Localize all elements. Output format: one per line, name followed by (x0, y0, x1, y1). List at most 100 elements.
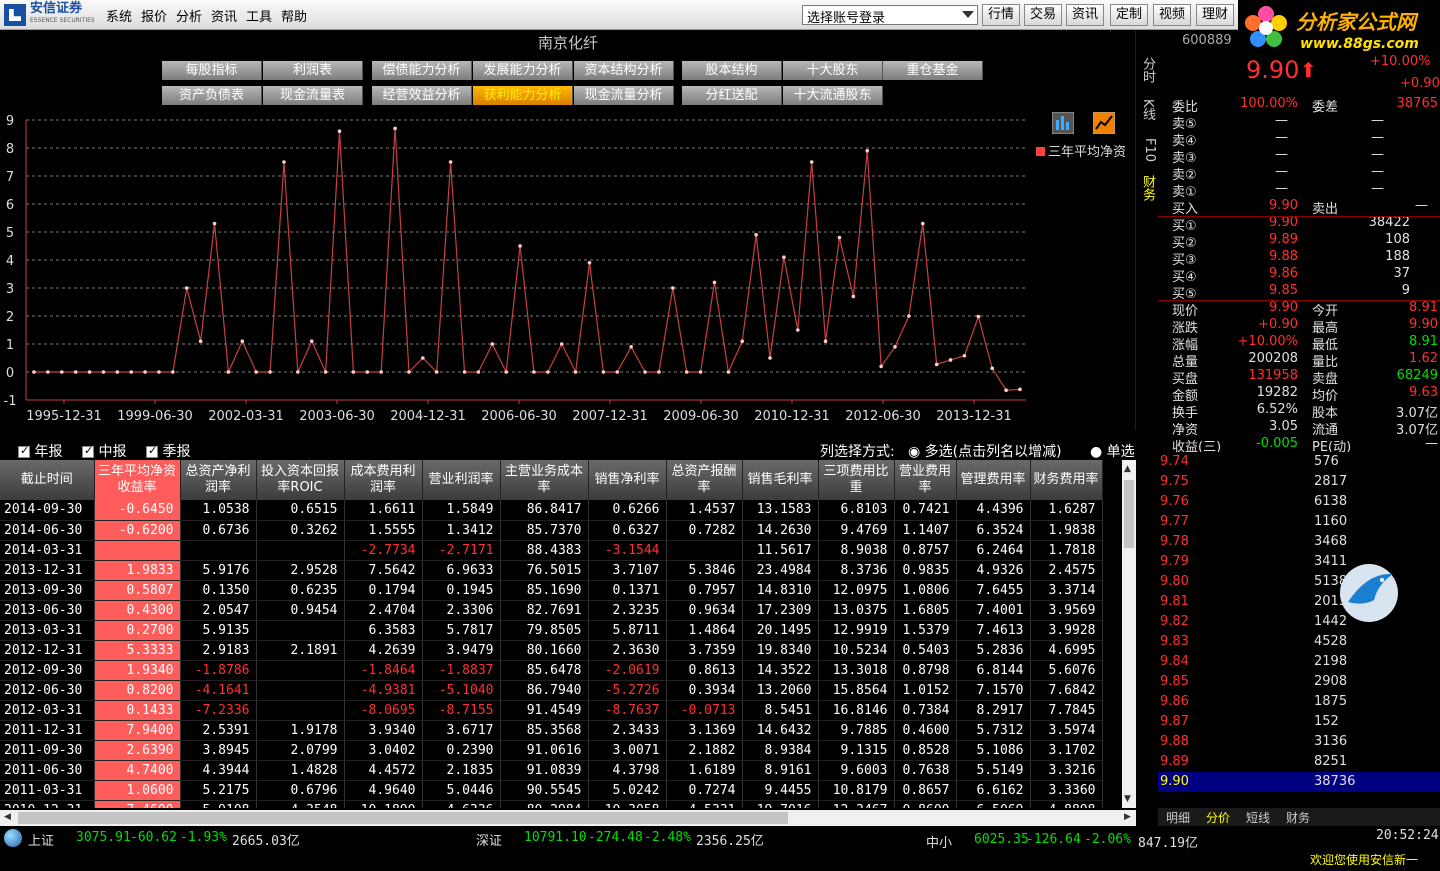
table-cell: 7.4613 (956, 620, 1031, 641)
column-header[interactable]: 总资产净利润率 (180, 460, 257, 500)
annual-label: 年报 (34, 444, 63, 460)
menu-info[interactable]: 资讯 (211, 6, 237, 25)
tab-top10-holders[interactable]: 十大股东 (783, 61, 883, 80)
side-tab-intraday[interactable]: 分时 (1137, 52, 1157, 88)
tab-operating-efficiency[interactable]: 经营效益分析 (372, 86, 472, 105)
column-header[interactable]: 总资产报酬率 (666, 460, 743, 500)
table-row[interactable]: 2012-03-31 0.1433 -7.2336 -8.0695 -8.7155 91.… (0, 700, 1103, 721)
column-header[interactable]: 主营业务成本率 (500, 460, 589, 500)
single-select-radio[interactable]: ● 单选 (1090, 441, 1136, 461)
table-cell: 12.3467 (818, 800, 895, 808)
column-header[interactable]: 三项费用比重 (818, 460, 895, 500)
scroll-left-icon[interactable]: ◀ (4, 812, 11, 822)
quarterly-checkbox[interactable]: 季报 (146, 441, 190, 461)
stat-value: 19282 (1256, 385, 1298, 400)
menu-analysis[interactable]: 分析 (176, 6, 202, 25)
stat-value: — (1425, 436, 1438, 451)
tab-profitability[interactable]: 获利能力分析 (473, 86, 573, 105)
y-tick-label: 7 (6, 170, 14, 185)
table-cell: 4.8898 (1030, 800, 1103, 808)
tab-cashflow-statement[interactable]: 现金流量表 (263, 86, 363, 105)
menu-system[interactable]: 系统 (106, 6, 132, 25)
sh-index: 3075.91 (76, 830, 131, 845)
tab-top10-float-holders[interactable]: 十大流通股东 (783, 86, 883, 105)
column-header[interactable]: 三年平均净资收益率 (94, 460, 181, 500)
table-row[interactable]: 2011-03-31 1.0600 5.2175 0.6796 4.9640 5.0446… (0, 780, 1103, 801)
table-row[interactable]: 2013-12-31 1.9833 5.9176 2.9528 7.5642 6.9633… (0, 560, 1103, 581)
tab-balance-sheet[interactable]: 资产负债表 (162, 86, 262, 105)
tab-solvency[interactable]: 偿债能力分析 (372, 61, 472, 80)
video-button[interactable]: 视频 (1153, 4, 1191, 26)
horizontal-scrollbar[interactable]: ◀ ▶ (0, 810, 1136, 826)
column-header[interactable]: 管理费用率 (956, 460, 1031, 500)
tab-growth[interactable]: 发展能力分析 (473, 61, 573, 80)
side-tab-finance[interactable]: 财务 (1137, 170, 1157, 206)
table-row[interactable]: 2014-06-30 -0.6200 0.6736 0.3262 1.5555 1.341… (0, 520, 1103, 541)
data-point (615, 370, 620, 374)
table-row[interactable]: 2012-06-30 0.8200 -4.1641 -4.9381 -5.1040 86.… (0, 680, 1103, 701)
menu-help[interactable]: 帮助 (281, 6, 307, 25)
depth-price: 9.86 (1160, 694, 1189, 709)
market-button[interactable]: 行情 (982, 4, 1020, 26)
tab-per-share[interactable]: 每股指标 (162, 61, 262, 80)
side-tab-kline[interactable]: K线 (1137, 92, 1157, 128)
column-header[interactable]: 销售净利率 (588, 460, 667, 500)
column-header[interactable]: 截止时间 (0, 460, 95, 500)
tab-price-volume[interactable]: 分价 (1206, 809, 1230, 826)
scrollbar-thumb[interactable] (1124, 480, 1134, 548)
table-cell: 9.4455 (742, 780, 819, 801)
scroll-right-icon[interactable]: ▶ (1124, 812, 1131, 822)
tab-cashflow-analysis[interactable]: 现金流量分析 (574, 86, 674, 105)
table-row[interactable]: 2014-09-30 -0.6450 1.0538 0.6515 1.6611 1.584… (0, 500, 1103, 521)
column-header[interactable]: 销售毛利率 (742, 460, 819, 500)
tab-finance[interactable]: 财务 (1286, 809, 1310, 826)
semiannual-checkbox[interactable]: 中报 (82, 441, 126, 461)
tab-share-structure[interactable]: 股本结构 (682, 61, 782, 80)
scrollbar-thumb[interactable] (18, 812, 788, 824)
tab-income[interactable]: 利润表 (263, 61, 363, 80)
table-row[interactable]: 2014-03-31 -2.7734 -2.7171 88.4383 -3.1544 11… (0, 540, 1103, 561)
table-row[interactable]: 2012-12-31 5.3333 2.9183 2.1891 4.2639 3.9479… (0, 640, 1103, 661)
info-button[interactable]: 资讯 (1066, 4, 1104, 26)
column-header[interactable]: 营业利润率 (422, 460, 501, 500)
table-row[interactable]: 2011-09-30 2.6390 3.8945 2.0799 3.0402 0.2390… (0, 740, 1103, 761)
table-row[interactable]: 2010-12-317.46005.91084.354810.18904.633… (0, 800, 1103, 808)
menu-tools[interactable]: 工具 (246, 6, 272, 25)
data-point (990, 366, 995, 371)
tab-detail[interactable]: 明细 (1166, 809, 1190, 826)
menu-quote[interactable]: 报价 (141, 6, 167, 25)
table-row[interactable]: 2011-12-31 7.9400 2.5391 1.9178 3.9340 3.6717… (0, 720, 1103, 741)
table-row[interactable]: 2011-06-30 4.7400 4.3944 1.4828 4.4572 2.1835… (0, 760, 1103, 781)
scroll-down-icon[interactable]: ▼ (1124, 794, 1131, 804)
scroll-up-icon[interactable]: ▲ (1124, 464, 1131, 474)
custom-button[interactable]: 定制 (1110, 4, 1148, 26)
vertical-scrollbar[interactable]: ▲ ▼ (1122, 460, 1136, 808)
side-tab-f10[interactable]: F10 (1137, 132, 1157, 168)
table-row[interactable]: 2013-09-30 0.5807 0.1350 0.6235 0.1794 0.1945… (0, 580, 1103, 601)
table-row[interactable]: 2012-09-30 1.9340 -1.8786 -1.8464 -1.8837 85.… (0, 660, 1103, 681)
table-cell: 13.2060 (742, 680, 819, 701)
legend-label: 三年平均净资 (1048, 145, 1127, 160)
column-header[interactable]: 营业费用率 (894, 460, 957, 500)
sh-change: -60.62 (130, 830, 177, 845)
column-header[interactable]: 财务费用率 (1030, 460, 1103, 500)
table-cell: 7.1570 (956, 680, 1031, 701)
tab-dividends[interactable]: 分红送配 (682, 86, 782, 105)
multi-select-radio[interactable]: ◉ 多选(点击列名以增减) (908, 441, 1080, 461)
column-header[interactable]: 投入资本回报率ROIC (256, 460, 345, 500)
table-row[interactable]: 2013-06-30 0.4300 2.0547 0.9454 2.4704 2.3306… (0, 600, 1103, 621)
bar-chart-icon[interactable] (1052, 112, 1074, 134)
line-chart-icon[interactable] (1093, 112, 1115, 134)
finance-button[interactable]: 理财 (1196, 4, 1234, 26)
annual-checkbox[interactable]: 年报 (18, 441, 62, 461)
table-cell: 85.1690 (500, 580, 589, 601)
column-header[interactable]: 成本费用利润率 (344, 460, 423, 500)
account-select[interactable]: 选择账号登录 (802, 5, 978, 26)
depth-row: 9.90 38736 (1158, 772, 1440, 792)
table-row[interactable]: 2013-03-31 0.2700 5.9135 6.3583 5.7817 79.850… (0, 620, 1103, 641)
trade-button[interactable]: 交易 (1024, 4, 1062, 26)
tab-capital-structure[interactable]: 资本结构分析 (574, 61, 674, 80)
single-select-label: 单选 (1106, 444, 1135, 460)
tab-funds[interactable]: 重仓基金 (883, 61, 983, 80)
tab-short-term[interactable]: 短线 (1246, 809, 1270, 826)
